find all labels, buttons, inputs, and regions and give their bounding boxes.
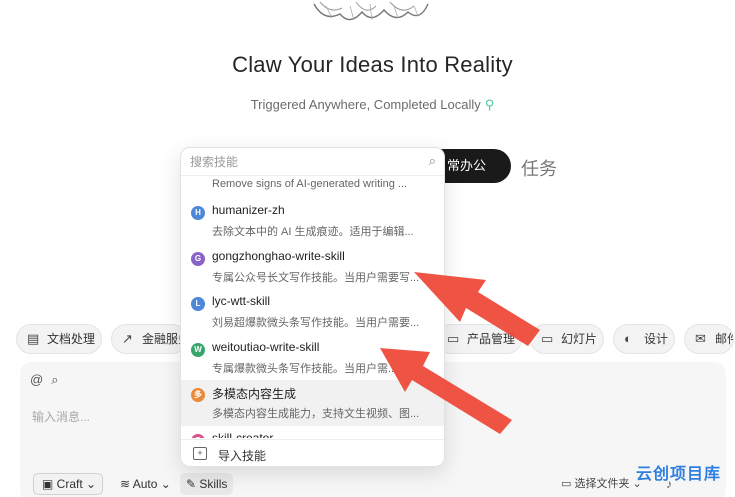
mode-task-tab[interactable]: 任务 — [521, 155, 557, 181]
skill-desc: 专属公众号长文写作技能。当用户需要写... — [212, 272, 420, 284]
craft-icon: ▣ — [42, 477, 57, 491]
skill-item[interactable]: G gongzhonghao-write-skill 专属公众号长文写作技能。当… — [181, 244, 444, 290]
slides-icon: ▭ — [541, 331, 554, 346]
composer-toolbar: ▣ Craft ⌄ ≋ Auto ⌄ ✎ Skills ▭ 选择文件夹 ⌄ ♪ — [0, 473, 735, 495]
chevron-down-icon: ⌄ — [157, 477, 171, 491]
message-input[interactable]: 输入消息... — [32, 408, 90, 425]
chevron-down-icon: ⌄ — [82, 477, 97, 491]
chip-document[interactable]: ▤ 文档处理 — [16, 324, 102, 354]
avatar: S — [191, 434, 205, 438]
skill-search: ⌕ — [181, 148, 444, 176]
chip-label: 产品管理 — [467, 332, 516, 346]
chart-icon: ↗ — [122, 331, 133, 346]
chip-label: 邮件 — [715, 332, 733, 346]
chip-slides[interactable]: ▭ 幻灯片 — [530, 324, 604, 354]
skills-button[interactable]: ✎ Skills — [180, 473, 234, 495]
skill-name: humanizer-zh — [212, 203, 285, 217]
skill-item[interactable]: W weitoutiao-write-skill 专属爆款微头条写作技能。当用户… — [181, 335, 444, 381]
brand-logo — [313, 1, 429, 21]
mention-icon[interactable]: @ — [30, 372, 43, 387]
skills-icon: ✎ — [186, 477, 200, 491]
craft-label: Craft — [56, 477, 83, 491]
skill-name: gongzhonghao-write-skill — [212, 249, 345, 263]
page-title: Claw Your Ideas Into Reality — [232, 52, 513, 77]
monitor-icon: ▭ — [561, 478, 575, 490]
layers-icon: ≋ — [120, 477, 133, 491]
document-icon: ▤ — [27, 331, 40, 346]
folder-icon: ▭ — [447, 331, 460, 346]
chip-label: 文档处理 — [47, 332, 96, 346]
import-skill-button[interactable]: + 导入技能 — [181, 439, 444, 466]
skill-item[interactable]: L lyc-wtt-skill 刘易超爆款微头条写作技能。当用户需要... — [181, 289, 444, 335]
skill-list: Remove signs of AI-generated writing ...… — [181, 176, 444, 438]
skill-picker: ⌕ Remove signs of AI-generated writing .… — [180, 147, 445, 467]
search-icon[interactable]: ⌕ — [429, 153, 436, 169]
import-label: 导入技能 — [218, 449, 267, 463]
skill-desc: 专属爆款微头条写作技能。当用户需... — [212, 363, 398, 375]
skill-name: lyc-wtt-skill — [212, 294, 270, 308]
chip-label: 幻灯片 — [561, 332, 598, 346]
skill-item[interactable]: H humanizer-zh 去除文本中的 AI 生成痕迹。适用于编辑... — [181, 198, 444, 244]
avatar: H — [191, 206, 205, 220]
chip-mail[interactable]: ✉ 邮件 — [684, 324, 734, 354]
avatar: W — [191, 343, 205, 357]
chip-design[interactable]: ◐ 设计 — [613, 324, 675, 354]
location-pin-icon: ⚲ — [484, 97, 495, 112]
import-icon: + — [193, 447, 207, 460]
attach-icon[interactable]: ⌕ — [51, 372, 58, 387]
skills-label: Skills — [199, 477, 228, 491]
avatar: G — [191, 252, 205, 266]
palette-icon: ◐ — [624, 331, 632, 346]
skill-desc: 去除文本中的 AI 生成痕迹。适用于编辑... — [212, 226, 414, 238]
avatar: 多 — [191, 388, 205, 402]
skill-item[interactable]: S skill-creator — [181, 426, 444, 438]
chip-finance[interactable]: ↗ 金融服务 — [111, 324, 187, 354]
skill-name: weitoutiao-write-skill — [212, 340, 320, 354]
mode-office-tab[interactable]: 常办公 — [440, 149, 511, 183]
folder-select[interactable]: ▭ 选择文件夹 ⌄ — [561, 473, 642, 495]
skill-item-selected[interactable]: 多 多模态内容生成 多模态内容生成能力，支持文生视频、图... — [181, 380, 444, 426]
auto-dropdown[interactable]: ≋ Auto ⌄ — [120, 473, 171, 495]
skill-name: skill-creator — [212, 431, 274, 438]
avatar: L — [191, 297, 205, 311]
skill-desc: 多模态内容生成能力，支持文生视频、图... — [212, 408, 420, 420]
craft-dropdown[interactable]: ▣ Craft ⌄ — [33, 473, 104, 495]
chip-label: 设计 — [644, 332, 669, 346]
skill-desc: Remove signs of AI-generated writing ... — [212, 178, 408, 190]
skill-search-input[interactable] — [190, 154, 410, 170]
subtitle-text: Triggered Anywhere, Completed Locally — [250, 97, 481, 112]
watermark: 云创项目库 — [636, 466, 722, 483]
skill-desc: 刘易超爆款微头条写作技能。当用户需要... — [212, 317, 420, 329]
auto-label: Auto — [132, 477, 158, 491]
folder-label: 选择文件夹 — [574, 478, 630, 490]
mail-icon: ✉ — [695, 331, 706, 346]
page-subtitle: Triggered Anywhere, Completed Locally ⚲ — [0, 97, 735, 113]
chip-product[interactable]: ▭ 产品管理 — [436, 324, 522, 354]
skill-name: 多模态内容生成 — [212, 387, 297, 401]
